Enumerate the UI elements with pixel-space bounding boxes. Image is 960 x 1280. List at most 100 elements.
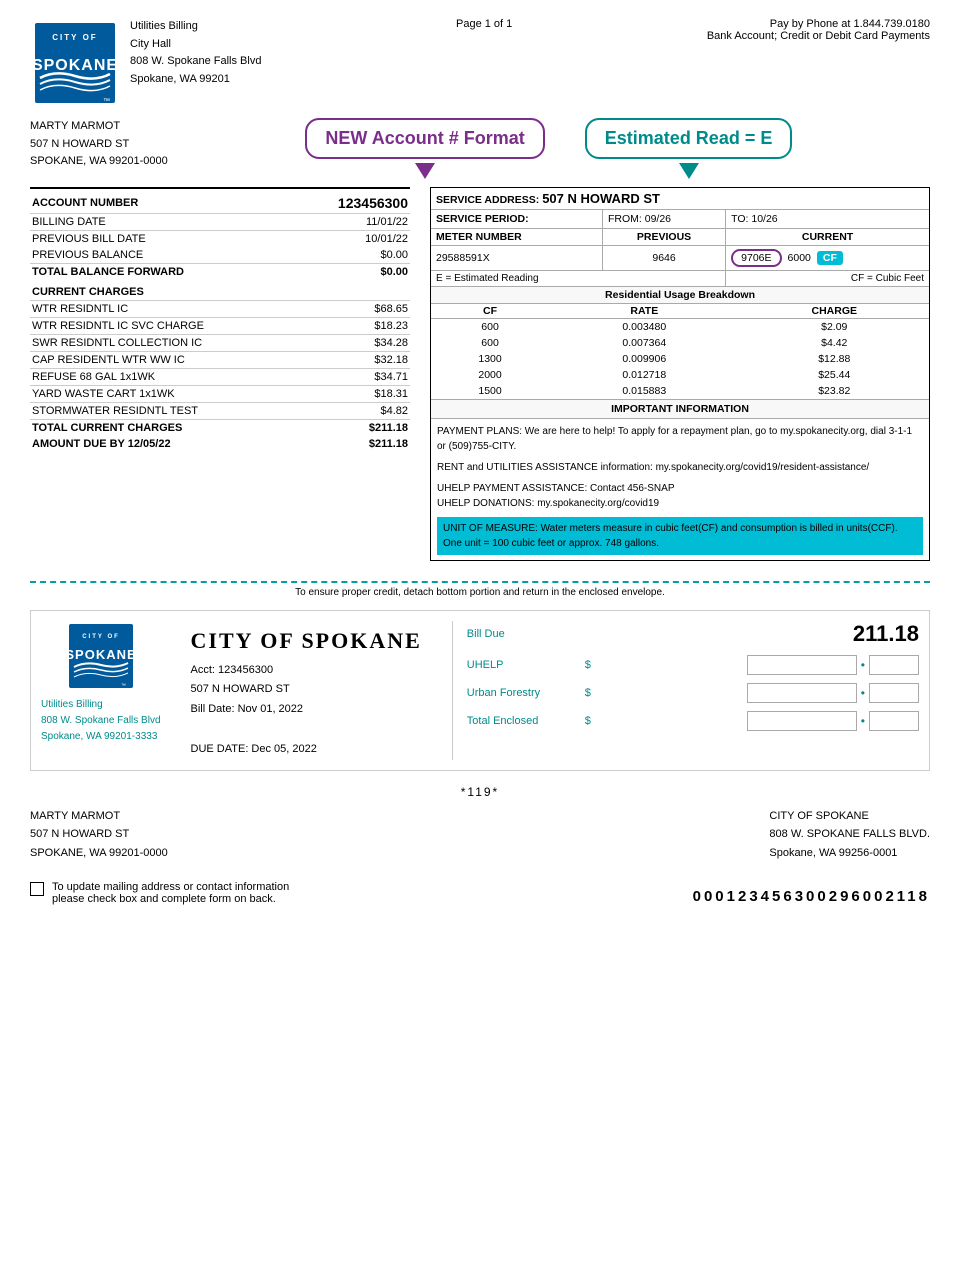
uhelp-row: UHELP $ •: [467, 655, 919, 675]
arrow-teal: [679, 163, 699, 179]
estimated-note-row: E = Estimated Reading CF = Cubic Feet: [431, 271, 929, 287]
service-period-row: SERVICE PERIOD: FROM: 09/26 TO: 10/26: [431, 210, 929, 229]
bottom-section: CITY OF SPOKANE ™ Utilities Billing 808 …: [30, 610, 930, 771]
billing-date-value: 11/01/22: [297, 214, 410, 231]
uhelp-text: UHELP PAYMENT ASSISTANCE: Contact 456-SN…: [437, 481, 923, 511]
prev-balance-label: PREVIOUS BALANCE: [30, 247, 297, 264]
uhelp-input-cents[interactable]: [869, 655, 919, 675]
uhelp-input-field[interactable]: [747, 655, 857, 675]
usage-row-1: 600 0.003480 $2.09: [431, 319, 929, 336]
total-balance-row: TOTAL BALANCE FORWARD $0.00: [30, 264, 410, 281]
service-period-from: FROM: 09/26: [608, 213, 671, 225]
page: CITY OF SPOKANE ™ Utilities Billing City…: [0, 0, 960, 923]
bill-due-amount: 211.18: [853, 621, 919, 647]
current-charges-header: CURRENT CHARGES: [30, 280, 410, 301]
bottom-payment: Bill Due 211.18 UHELP $ • Urban Forestry…: [452, 621, 919, 760]
sender-address: MARTY MARMOT 507 N HOWARD ST SPOKANE, WA…: [30, 807, 168, 863]
service-address-row: SERVICE ADDRESS: 507 N HOWARD ST: [431, 188, 929, 210]
right-column: SERVICE ADDRESS: 507 N HOWARD ST SERVICE…: [430, 187, 930, 561]
header: CITY OF SPOKANE ™ Utilities Billing City…: [30, 18, 930, 108]
total-enclosed-input-field[interactable]: [747, 711, 857, 731]
billing-date-label: BILLING DATE: [30, 214, 297, 231]
contact-info: Pay by Phone at 1.844.739.0180 Bank Acco…: [707, 18, 930, 42]
company-name: Utilities Billing: [130, 18, 261, 36]
arrow-purple: [415, 163, 435, 179]
sender-addr2: SPOKANE, WA 99201-0000: [30, 844, 168, 863]
usage-header-row: CF RATE CHARGE: [431, 304, 929, 319]
svg-text:CITY OF: CITY OF: [52, 33, 97, 42]
barcode-digits: 000123456300296002118: [693, 888, 930, 905]
meter-values-row: 29588591X 9646 9706E 6000 CF: [431, 246, 929, 271]
charge-row-1: WTR RESIDNTL IC $68.65: [30, 301, 410, 318]
prev-balance-row: PREVIOUS BALANCE $0.00: [30, 247, 410, 264]
callout-container: NEW Account # Format Estimated Read = E: [168, 118, 930, 179]
meter-header-row: METER NUMBER PREVIOUS CURRENT: [431, 229, 929, 246]
update-checkbox[interactable]: [30, 882, 44, 896]
unit-of-measure-text: UNIT OF MEASURE: Water meters measure in…: [437, 517, 923, 555]
company-address1: City Hall: [130, 36, 261, 54]
amount-due-label: AMOUNT DUE BY 12/05/22: [30, 436, 297, 452]
update-text: To update mailing address or contact inf…: [52, 881, 289, 905]
svg-text:SPOKANE: SPOKANE: [32, 57, 118, 74]
detach-text: To ensure proper credit, detach bottom p…: [295, 587, 665, 598]
customer-addr1: 507 N HOWARD ST: [30, 136, 168, 154]
usage-breakdown-header: Residential Usage Breakdown: [431, 287, 929, 304]
bottom-billing-info: Utilities Billing 808 W. Spokane Falls B…: [41, 697, 161, 745]
current-reading-oval: 9706E: [731, 249, 781, 267]
service-box: SERVICE ADDRESS: 507 N HOWARD ST SERVICE…: [430, 187, 930, 561]
charge-row-6: YARD WASTE CART 1x1WK $18.31: [30, 386, 410, 403]
total-balance-label: TOTAL BALANCE FORWARD: [30, 264, 297, 281]
svg-text:CITY OF: CITY OF: [82, 634, 120, 640]
usage-row-5: 1500 0.015883 $23.82: [431, 383, 929, 399]
page-info: Page 1 of 1: [456, 18, 512, 30]
recipient-addr2: Spokane, WA 99256-0001: [769, 844, 930, 863]
bottom-billing-addr2: Spokane, WA 99201-3333: [41, 729, 161, 745]
estimated-read-callout: Estimated Read = E: [585, 118, 793, 159]
total-enclosed-input-cents[interactable]: [869, 711, 919, 731]
account-number-value: 123456300: [297, 188, 410, 214]
total-current-row: TOTAL CURRENT CHARGES $211.18: [30, 420, 410, 437]
barcode-number: *119*: [461, 785, 499, 799]
new-account-format-callout: NEW Account # Format: [305, 118, 544, 159]
current-charges-header-label: CURRENT CHARGES: [30, 280, 410, 301]
urban-forestry-label: Urban Forestry: [467, 687, 577, 699]
cf-value: 6000: [788, 252, 811, 264]
urban-forestry-input-cents[interactable]: [869, 683, 919, 703]
svg-text:™: ™: [121, 683, 126, 689]
recipient-addr1: 808 W. SPOKANE FALLS BLVD.: [769, 825, 930, 844]
charge-row-2: WTR RESIDNTL IC SVC CHARGE $18.23: [30, 318, 410, 335]
company-address: Utilities Billing City Hall 808 W. Spoka…: [130, 18, 261, 88]
meter-number: 29588591X: [436, 252, 490, 264]
service-period-label: SERVICE PERIOD:: [436, 213, 529, 225]
important-header: IMPORTANT INFORMATION: [431, 399, 929, 419]
customer-address: MARTY MARMOT 507 N HOWARD ST SPOKANE, WA…: [30, 118, 168, 171]
previous-label: PREVIOUS: [602, 229, 725, 246]
total-balance-value: $0.00: [297, 264, 410, 281]
prev-bill-date-row: PREVIOUS BILL DATE 10/01/22: [30, 231, 410, 248]
prev-bill-date-value: 10/01/22: [297, 231, 410, 248]
billing-table: ACCOUNT NUMBER 123456300 BILLING DATE 11…: [30, 187, 410, 452]
cf-note: CF = Cubic Feet: [851, 273, 924, 284]
company-address3: Spokane, WA 99201: [130, 71, 261, 89]
urban-forestry-input-field[interactable]: [747, 683, 857, 703]
footer-row: To update mailing address or contact inf…: [30, 871, 930, 905]
checkbox-update: To update mailing address or contact inf…: [30, 881, 289, 905]
bottom-bill-date: Bill Date: Nov 01, 2022: [191, 700, 422, 720]
total-enclosed-row: Total Enclosed $ •: [467, 711, 919, 731]
company-address2: 808 W. Spokane Falls Blvd: [130, 53, 261, 71]
customer-name: MARTY MARMOT: [30, 118, 168, 136]
sender-addr1: 507 N HOWARD ST: [30, 825, 168, 844]
bill-due-row: Bill Due 211.18: [467, 621, 919, 647]
charge-row-3: SWR RESIDNTL COLLECTION IC $34.28: [30, 335, 410, 352]
logo: CITY OF SPOKANE ™: [30, 18, 120, 108]
rent-utilities-text: RENT and UTILITIES ASSISTANCE informatio…: [437, 460, 923, 475]
bottom-logo: CITY OF SPOKANE ™: [66, 621, 136, 691]
previous-reading: 9646: [652, 252, 675, 264]
charge-row-4: CAP RESIDENTL WTR WW IC $32.18: [30, 352, 410, 369]
svg-text:SPOKANE: SPOKANE: [66, 647, 136, 662]
service-address-label: SERVICE ADDRESS:: [436, 194, 539, 206]
bottom-billing-name: Utilities Billing: [41, 697, 161, 713]
main-content: ACCOUNT NUMBER 123456300 BILLING DATE 11…: [30, 187, 930, 561]
total-enclosed-input-box: •: [747, 711, 919, 731]
total-current-label: TOTAL CURRENT CHARGES: [30, 420, 297, 437]
